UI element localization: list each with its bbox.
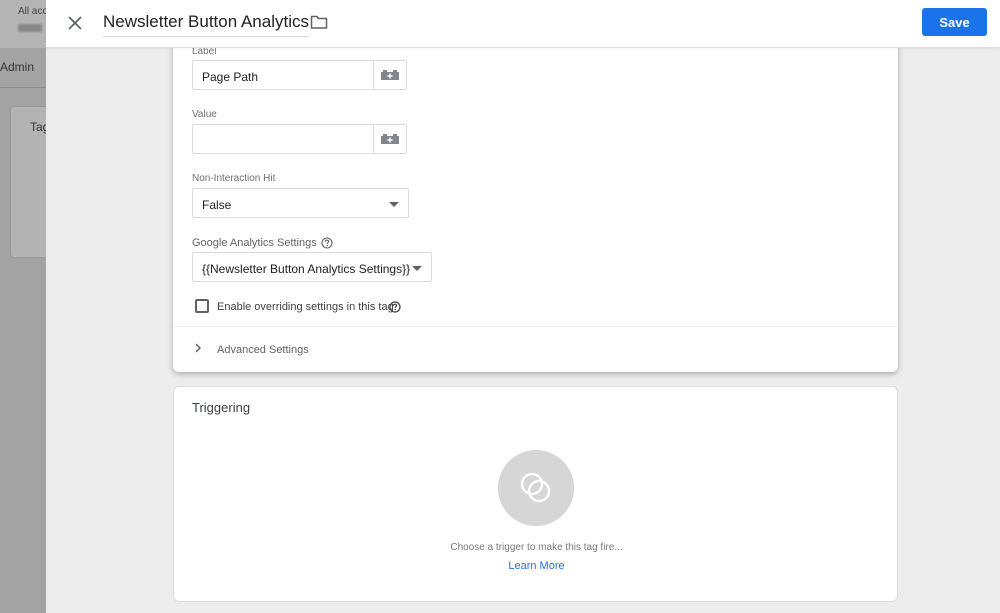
ga-settings-label: Google Analytics Settings xyxy=(192,237,317,249)
folder-button[interactable] xyxy=(310,14,328,30)
learn-more-link[interactable]: Learn More xyxy=(174,560,899,572)
non-interaction-select[interactable]: False xyxy=(192,188,409,218)
label-field[interactable]: Page Path xyxy=(192,60,407,90)
override-settings-checkbox[interactable] xyxy=(195,299,209,313)
help-circle-icon[interactable] xyxy=(321,237,333,249)
tag-name-input[interactable]: Newsletter Button Analytics xyxy=(103,12,309,37)
triggering-title: Triggering xyxy=(192,400,251,415)
triggering-card[interactable]: Triggering Choose a trigger to make this… xyxy=(173,386,898,602)
help-circle-icon[interactable] xyxy=(389,301,401,313)
trigger-hint-text: Choose a trigger to make this tag fire..… xyxy=(450,542,623,553)
chevron-right-icon xyxy=(195,343,201,353)
tag-configuration-card: Label Page Path Value Non-Interaction Hi… xyxy=(173,36,898,372)
non-interaction-value: False xyxy=(202,198,232,212)
admin-tab[interactable]: Admin xyxy=(0,60,34,74)
folder-icon xyxy=(310,15,328,29)
save-button[interactable]: Save xyxy=(922,8,987,36)
panel-header: Newsletter Button Analytics Save xyxy=(46,0,1000,48)
tab-divider xyxy=(0,87,46,88)
add-trigger-button[interactable] xyxy=(498,450,574,526)
advanced-settings-label: Advanced Settings xyxy=(217,344,309,356)
variable-brick-icon xyxy=(381,70,399,80)
advanced-settings-toggle[interactable]: Advanced Settings xyxy=(193,336,393,362)
ga-settings-select[interactable]: {{Newsletter Button Analytics Settings}} xyxy=(192,252,432,282)
trigger-circles-icon xyxy=(520,472,551,503)
non-interaction-label: Non-Interaction Hit xyxy=(192,173,276,184)
account-text: All acc xyxy=(18,6,48,17)
value-field-label: Value xyxy=(192,109,217,120)
section-divider xyxy=(173,326,898,327)
variable-brick-icon xyxy=(381,134,399,144)
account-name xyxy=(18,24,42,32)
caret-down-icon xyxy=(389,202,399,207)
label-variable-button[interactable] xyxy=(373,61,406,89)
override-settings-label: Enable overriding settings in this tag xyxy=(217,301,394,313)
tag-editor-panel: Newsletter Button Analytics Save Label P… xyxy=(46,0,1000,613)
close-button[interactable] xyxy=(64,12,86,34)
value-variable-button[interactable] xyxy=(373,125,406,153)
close-icon xyxy=(68,16,82,30)
workspace-header: All acc xyxy=(0,0,48,48)
ga-settings-value: {{Newsletter Button Analytics Settings}} xyxy=(202,262,411,276)
label-field-value: Page Path xyxy=(202,70,259,84)
caret-down-icon xyxy=(412,266,422,271)
value-field[interactable] xyxy=(192,124,407,154)
